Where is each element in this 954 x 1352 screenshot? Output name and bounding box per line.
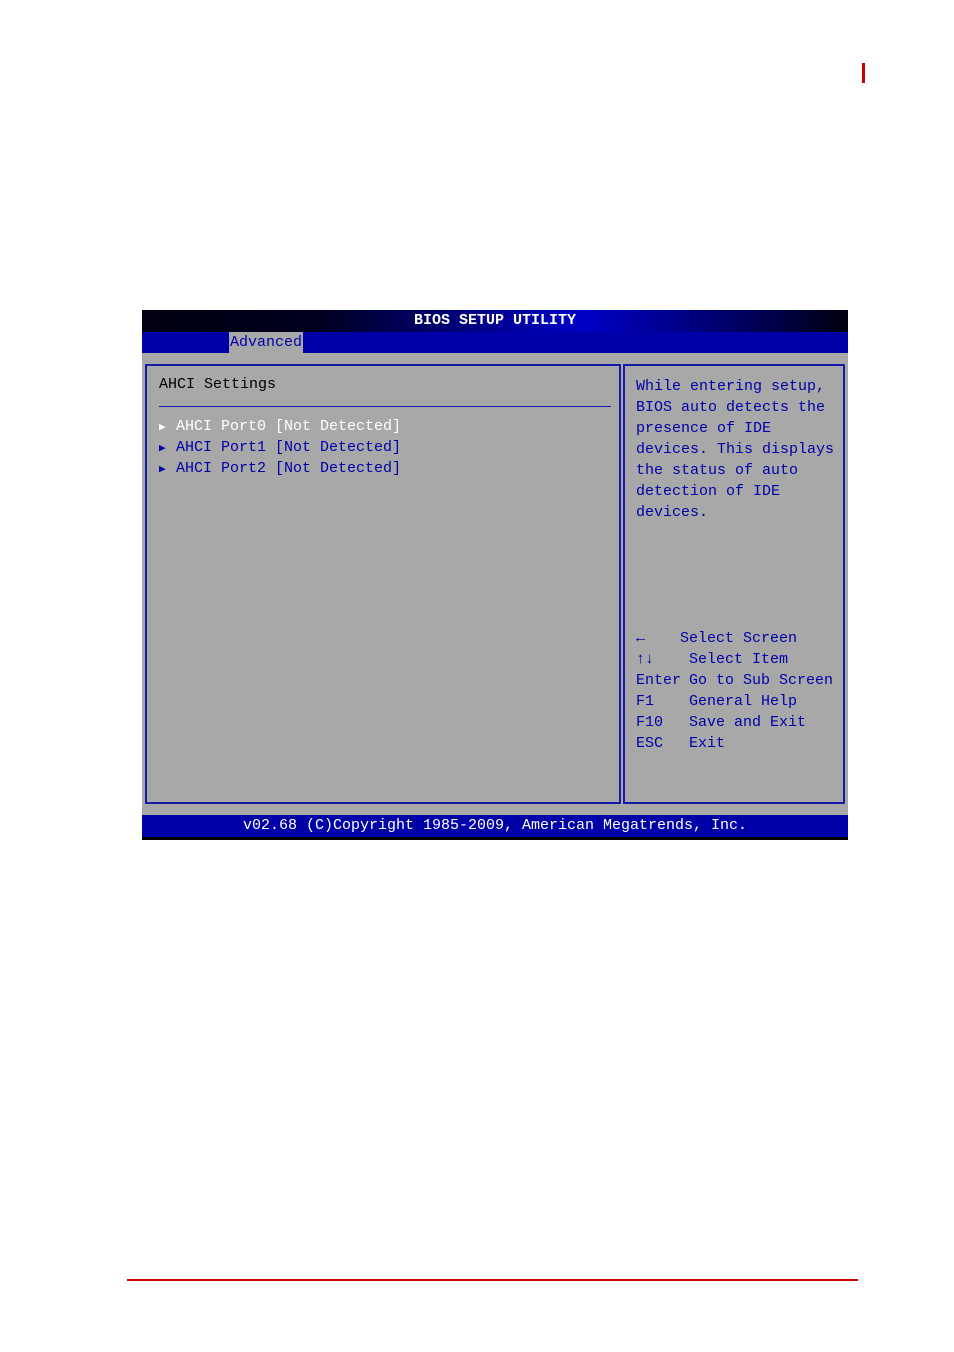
key-label: F10 bbox=[636, 714, 664, 731]
settings-panel: AHCI Settings ▶ AHCI Port0 [Not Detected]… bbox=[145, 364, 621, 804]
key-row-f1: F1 General Help bbox=[636, 691, 833, 712]
key-row-enter: Enter Go to Sub Screen bbox=[636, 670, 833, 691]
help-line: devices. bbox=[636, 504, 709, 521]
menu-item-label: AHCI Port2 [Not Detected] bbox=[176, 460, 402, 477]
tab-advanced[interactable]: Advanced bbox=[229, 332, 304, 353]
help-panel: While entering setup, BIOS auto detects … bbox=[623, 364, 845, 804]
menu-bar: Advanced bbox=[142, 332, 848, 353]
help-line: presence of IDE bbox=[636, 420, 772, 437]
copyright-bar: v02.68 (C)Copyright 1985-2009, American … bbox=[142, 815, 848, 837]
key-action: Select Item bbox=[689, 651, 789, 668]
help-line: detection of IDE bbox=[636, 483, 781, 500]
help-line: the status of auto bbox=[636, 462, 799, 479]
section-divider bbox=[159, 406, 611, 407]
help-line: devices. This displays bbox=[636, 441, 835, 458]
key-action: General Help bbox=[689, 693, 798, 710]
key-action: Go to Sub Screen bbox=[689, 672, 834, 689]
key-row-f10: F10 Save and Exit bbox=[636, 712, 833, 733]
menu-item-ahci-port0[interactable]: ▶ AHCI Port0 [Not Detected] bbox=[159, 418, 401, 435]
key-action: Save and Exit bbox=[689, 714, 807, 731]
key-label: Enter bbox=[636, 672, 682, 689]
section-title: AHCI Settings bbox=[159, 376, 277, 393]
up-down-arrows-icon: ↑↓ bbox=[636, 651, 655, 668]
bios-setup-screen: BIOS SETUP UTILITY Advanced AHCI Setting… bbox=[142, 310, 848, 840]
menu-item-ahci-port1[interactable]: ▶ AHCI Port1 [Not Detected] bbox=[159, 439, 401, 456]
help-line: BIOS auto detects the bbox=[636, 399, 826, 416]
key-row-esc: ESC Exit bbox=[636, 733, 833, 754]
submenu-triangle-icon: ▶ bbox=[159, 422, 166, 434]
menu-item-ahci-port2[interactable]: ▶ AHCI Port2 [Not Detected] bbox=[159, 460, 401, 477]
submenu-triangle-icon: ▶ bbox=[159, 443, 166, 455]
help-line: While entering setup, bbox=[636, 378, 826, 395]
key-legend: ← Select Screen ↑↓ Select Item Enter Go to … bbox=[636, 628, 833, 754]
bios-title-bar: BIOS SETUP UTILITY bbox=[142, 310, 848, 332]
page-footer-rule bbox=[127, 1279, 858, 1281]
page-header-marker bbox=[862, 63, 865, 83]
left-arrow-icon: ← bbox=[636, 630, 646, 647]
key-label: F1 bbox=[636, 693, 655, 710]
key-row-select-screen: ← Select Screen bbox=[636, 628, 833, 649]
bottom-border bbox=[142, 837, 848, 840]
help-text: While entering setup, BIOS auto detects … bbox=[636, 376, 841, 523]
key-action: Select Screen bbox=[680, 630, 798, 647]
key-label: ESC bbox=[636, 735, 664, 752]
menu-item-label: AHCI Port0 [Not Detected] bbox=[176, 418, 402, 435]
menu-item-label: AHCI Port1 [Not Detected] bbox=[176, 439, 402, 456]
submenu-triangle-icon: ▶ bbox=[159, 464, 166, 476]
key-row-select-item: ↑↓ Select Item bbox=[636, 649, 833, 670]
key-action: Exit bbox=[689, 735, 726, 752]
